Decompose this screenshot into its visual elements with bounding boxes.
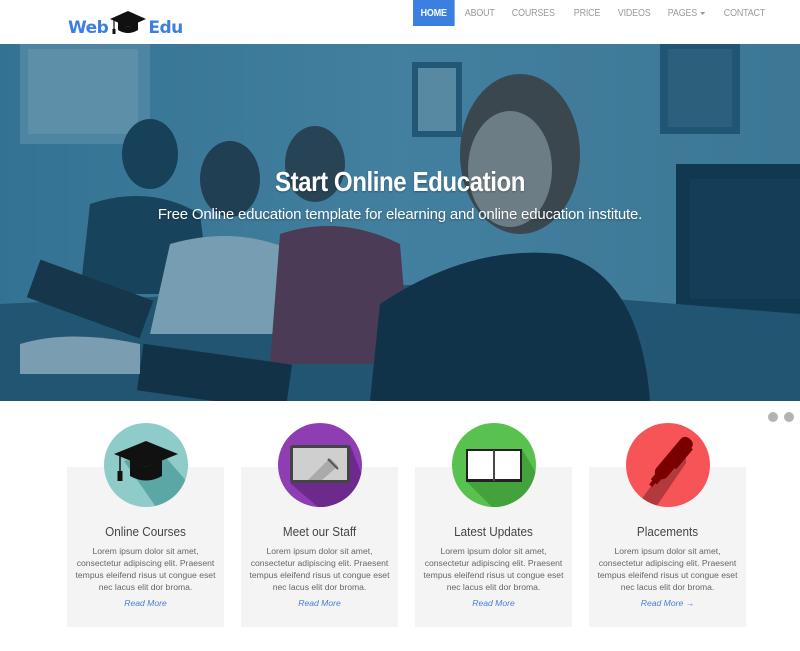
hero-banner: Start Online Education Free Online educa… bbox=[0, 44, 800, 401]
feature-description: Lorem ipsum dolor sit amet, consectetur … bbox=[423, 546, 564, 592]
nav-home-label: HOME bbox=[420, 7, 447, 19]
caret-down-icon bbox=[700, 11, 706, 15]
read-more-link[interactable]: Read More bbox=[415, 598, 572, 608]
nav-videos[interactable]: VIDEOS bbox=[611, 0, 657, 26]
nav-about[interactable]: ABOUT bbox=[458, 0, 501, 26]
hero-title: Start Online Education bbox=[274, 166, 526, 197]
read-more-link[interactable]: Read More → bbox=[589, 598, 746, 608]
pen-icon bbox=[626, 423, 710, 507]
feature-description: Lorem ipsum dolor sit amet, consectetur … bbox=[75, 546, 216, 592]
site-header: Web Edu HOME ABOUT COURSES PRICE VIDEOS … bbox=[0, 0, 800, 44]
feature-description: Lorem ipsum dolor sit amet, consectetur … bbox=[597, 546, 738, 592]
logo-text-edu: Edu bbox=[148, 18, 183, 38]
feature-title: Meet our Staff bbox=[282, 524, 357, 539]
slider-dot-2[interactable] bbox=[784, 412, 794, 422]
feature-title: Placements bbox=[636, 524, 699, 539]
nav-home[interactable]: HOME bbox=[413, 0, 455, 26]
nav-about-label: ABOUT bbox=[464, 7, 495, 19]
slider-pagination bbox=[768, 412, 794, 422]
slider-dot-1[interactable] bbox=[768, 412, 778, 422]
nav-pages-dropdown[interactable]: PAGES bbox=[661, 0, 712, 26]
nav-pages-label: PAGES bbox=[667, 7, 698, 19]
whiteboard-icon bbox=[278, 423, 362, 507]
nav-courses[interactable]: COURSES bbox=[505, 0, 562, 26]
nav-price[interactable]: PRICE bbox=[567, 0, 607, 26]
nav-price-label: PRICE bbox=[574, 7, 601, 19]
nav-courses-label: COURSES bbox=[511, 7, 555, 19]
logo-text-web: Web bbox=[68, 18, 109, 38]
main-nav: HOME ABOUT COURSES PRICE VIDEOS PAGES CO… bbox=[413, 0, 778, 26]
nav-contact[interactable]: CONTACT bbox=[717, 0, 772, 26]
feature-title: Latest Updates bbox=[454, 524, 533, 539]
read-more-link[interactable]: Read More bbox=[67, 598, 224, 608]
open-book-icon bbox=[452, 423, 536, 507]
site-logo[interactable]: Web Edu bbox=[68, 5, 183, 39]
nav-videos-label: VIDEOS bbox=[617, 7, 651, 19]
read-more-link[interactable]: Read More bbox=[241, 598, 398, 608]
nav-contact-label: CONTACT bbox=[724, 7, 766, 19]
graduation-cap-icon bbox=[104, 423, 188, 507]
feature-title: Online Courses bbox=[105, 524, 186, 539]
graduation-cap-icon bbox=[109, 9, 147, 39]
feature-description: Lorem ipsum dolor sit amet, consectetur … bbox=[249, 546, 390, 592]
hero-subtitle: Free Online education template for elear… bbox=[157, 206, 643, 223]
